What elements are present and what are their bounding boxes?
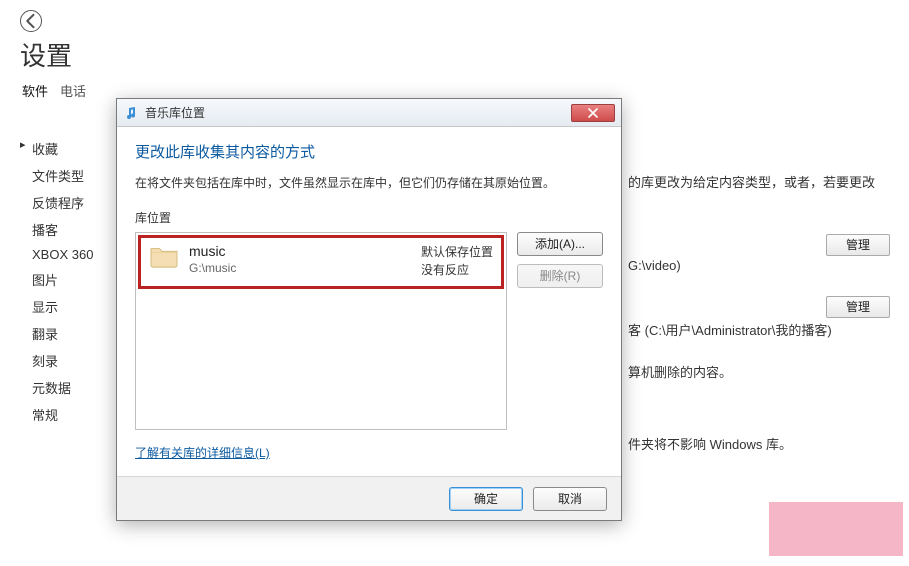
music-note-icon	[123, 105, 139, 121]
close-button[interactable]	[571, 104, 615, 122]
cancel-button[interactable]: 取消	[533, 487, 607, 511]
music-library-location-dialog: 音乐库位置 更改此库收集其内容的方式 在将文件夹包括在库中时，文件虽然显示在库中…	[116, 98, 622, 521]
sidebar-item-metadata[interactable]: 元数据	[20, 377, 120, 398]
ok-button[interactable]: 确定	[449, 487, 523, 511]
tab-phone[interactable]: 电话	[60, 81, 86, 100]
dialog-titlebar: 音乐库位置	[117, 99, 621, 127]
sidebar-item-display[interactable]: 显示	[20, 296, 120, 317]
bg-text-video-path: G:\video)	[628, 258, 681, 273]
pink-overlay-box	[769, 502, 903, 556]
library-locations-label: 库位置	[135, 209, 603, 226]
library-item-default-status: 默认保存位置	[421, 243, 493, 260]
sidebar-item-general[interactable]: 常规	[20, 404, 120, 425]
learn-more-link[interactable]: 了解有关库的详细信息(L)	[135, 444, 603, 461]
back-arrow-icon[interactable]	[20, 10, 42, 32]
sidebar: 收藏 文件类型 反馈程序 播客 XBOX 360 图片 显示 翻录 刻录 元数据…	[20, 138, 120, 425]
sidebar-item-favorites[interactable]: 收藏	[20, 138, 120, 159]
bg-text-library-note: 件夹将不影响 Windows 库。	[628, 434, 792, 453]
close-icon	[588, 108, 598, 118]
sidebar-item-rip[interactable]: 翻录	[20, 323, 120, 344]
manage-button-1[interactable]: 管理	[826, 234, 890, 256]
library-item-path: G:\music	[189, 261, 415, 278]
manage-button-2[interactable]: 管理	[826, 296, 890, 318]
sidebar-item-file-types[interactable]: 文件类型	[20, 165, 120, 186]
sidebar-item-feedback[interactable]: 反馈程序	[20, 192, 120, 213]
dialog-title: 音乐库位置	[145, 104, 571, 121]
add-button[interactable]: 添加(A)...	[517, 232, 603, 256]
dialog-description: 在将文件夹包括在库中时，文件虽然显示在库中，但它们仍存储在其原始位置。	[135, 174, 603, 191]
library-item-name: music	[189, 243, 415, 260]
bg-text-podcast-path: 客 (C:\用户\Administrator\我的播客)	[628, 320, 832, 339]
dialog-footer: 确定 取消	[117, 476, 621, 520]
library-item-music[interactable]: music 默认保存位置 G:\music 没有反应	[138, 235, 504, 289]
remove-button: 删除(R)	[517, 264, 603, 288]
bg-text-delete-note: 算机删除的内容。	[628, 362, 732, 381]
library-locations-list[interactable]: music 默认保存位置 G:\music 没有反应	[135, 232, 507, 430]
bg-text-library-change: 的库更改为给定内容类型，或者，若要更改	[628, 172, 875, 191]
sidebar-item-burn[interactable]: 刻录	[20, 350, 120, 371]
tab-software[interactable]: 软件	[22, 81, 48, 100]
folder-icon	[149, 243, 183, 272]
sidebar-item-xbox360[interactable]: XBOX 360	[20, 246, 120, 263]
dialog-heading: 更改此库收集其内容的方式	[135, 141, 603, 162]
page-title: 设置	[20, 36, 891, 73]
library-item-response-status: 没有反应	[421, 261, 493, 278]
sidebar-item-podcasts[interactable]: 播客	[20, 219, 120, 240]
sidebar-item-pictures[interactable]: 图片	[20, 269, 120, 290]
